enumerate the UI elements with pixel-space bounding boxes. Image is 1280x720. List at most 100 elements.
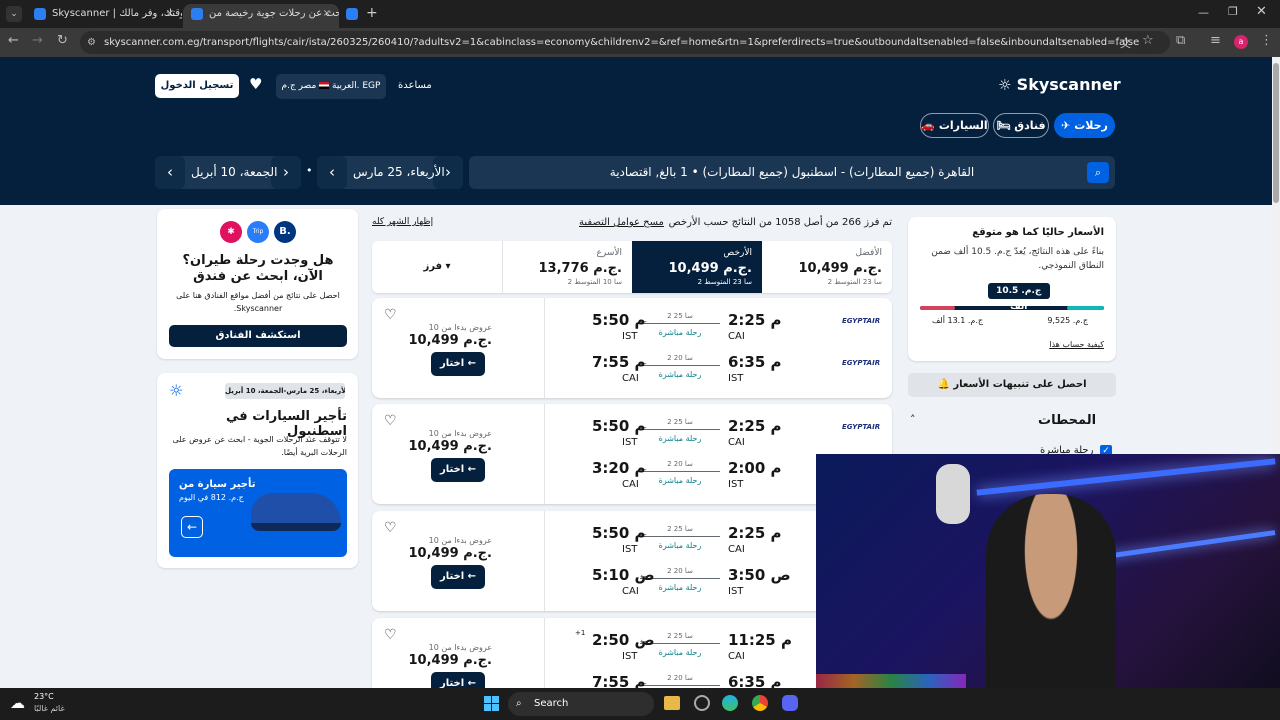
- favorites-heart-icon[interactable]: ♥: [249, 75, 262, 93]
- arrow-left-icon[interactable]: ←: [181, 516, 203, 538]
- leg-stops: رحلة مباشرة: [658, 370, 702, 379]
- show-month-link[interactable]: إظهار الشهر كله: [372, 217, 433, 227]
- sort-best[interactable]: الأفضل 10,499 ج.م. 2 سا 23 المتوسط: [762, 241, 892, 293]
- chrome-icon[interactable]: [752, 695, 768, 711]
- flight-card[interactable]: ♡ 10 عروض بدءا من 10,499 ج.م. اختار ← EG…: [372, 298, 892, 398]
- leg-origin: CAI: [728, 437, 745, 448]
- search-summary-box[interactable]: القاهرة (جميع المطارات) - اسطنبول (جميع …: [469, 156, 1115, 189]
- bookmark-star-icon[interactable]: ☆: [1142, 33, 1154, 48]
- leg-destination: IST: [622, 331, 638, 342]
- select-flight-button[interactable]: اختار ←: [431, 458, 485, 482]
- leg-departure-time: 2:25 م: [728, 524, 782, 542]
- profile-avatar[interactable]: a: [1234, 35, 1248, 49]
- leg-duration: 2 سا 25: [667, 632, 693, 640]
- weather-cloud-icon: ☁: [10, 694, 25, 712]
- windows-start-icon[interactable]: [484, 696, 499, 711]
- file-explorer-icon[interactable]: [664, 696, 680, 710]
- car-banner-title: تأجير سيارة من: [179, 479, 256, 490]
- leg-destination: IST: [622, 651, 638, 662]
- leg-duration: 2 سا 20: [667, 460, 693, 468]
- search-icon[interactable]: ⌕: [1087, 162, 1109, 183]
- clear-filters-link[interactable]: مسح عوامل التصفية: [579, 217, 664, 228]
- close-tab-icon[interactable]: ×: [166, 4, 174, 24]
- leg-origin: CAI: [728, 331, 745, 342]
- scrollbar-thumb[interactable]: [1273, 63, 1279, 203]
- depart-date-picker[interactable]: › الأربعاء، 25 مارس ‹: [317, 156, 463, 189]
- save-flight-heart-icon[interactable]: ♡: [384, 308, 398, 322]
- weather-temp: 23°C: [34, 692, 54, 701]
- browser-tab-2-active[interactable]: ابحث عن رحلات جوية رخيصة من ×: [183, 4, 339, 28]
- prev-return-date-button[interactable]: ‹: [155, 156, 185, 189]
- select-flight-button[interactable]: اختار ←: [431, 352, 485, 376]
- site-info-icon[interactable]: ⚙: [87, 31, 96, 54]
- tab-media-icon[interactable]: ≡: [1210, 33, 1221, 48]
- save-flight-heart-icon[interactable]: ♡: [384, 521, 398, 535]
- trip-logo: Trip: [247, 221, 269, 243]
- close-window-icon[interactable]: ✕: [1256, 4, 1267, 19]
- select-flight-button[interactable]: اختار ←: [431, 565, 485, 589]
- prev-depart-date-button[interactable]: ‹: [317, 156, 347, 189]
- taskbar-search-box[interactable]: ⌕ Search: [508, 692, 654, 716]
- leg-departure-time: 11:25 م: [728, 631, 792, 649]
- leg-departure-time: 2:25 م: [728, 417, 782, 435]
- back-icon[interactable]: ←: [8, 33, 19, 48]
- flight-price: 10,499 ج.م.: [408, 333, 493, 348]
- leg-arrival-time: 5:50 م: [592, 524, 646, 542]
- forward-icon[interactable]: →: [32, 33, 43, 48]
- tab-hotels[interactable]: 🛏 فنادق: [993, 113, 1049, 138]
- save-flight-heart-icon[interactable]: ♡: [384, 414, 398, 428]
- flight-price: 10,499 ج.م.: [408, 546, 493, 561]
- price-alerts-button[interactable]: 🔔 احصل على تنبيهات الأسعار: [908, 373, 1116, 397]
- how-calculated-link[interactable]: كيفية حساب هذا: [1049, 340, 1104, 349]
- browser-tab-1[interactable]: Skyscanner | وفر وقتك، وفر مالك! ×: [26, 4, 182, 28]
- stops-filter-title[interactable]: المحطات: [1038, 413, 1096, 428]
- discord-icon[interactable]: [782, 695, 798, 711]
- hotels-promo-card: B. Trip ✱ هل وجدت رحلة طيران؟ الآن، ابحث…: [157, 209, 358, 359]
- windows-taskbar: ☁ 23°C غائم غالبًا ⌕ Search: [0, 688, 1280, 720]
- site-header: ☼ Skyscanner مساعدة العربية مصر ج.م. EGP…: [0, 57, 1272, 205]
- sort-fastest[interactable]: الأسرع 13,776 ج.م. 2 سا 10 المتوسط: [502, 241, 632, 293]
- leg-stops: رحلة مباشرة: [658, 648, 702, 657]
- skyscanner-logo[interactable]: ☼ Skyscanner: [998, 75, 1121, 94]
- car-rental-banner[interactable]: تأجير سيارة من ج.م. 812 في اليوم ←: [169, 469, 347, 557]
- return-date-picker[interactable]: › الجمعة، 10 أبريل ‹: [155, 156, 301, 189]
- explore-hotels-button[interactable]: استكشف الفنادق: [169, 325, 347, 347]
- leg-duration: 2 سا 25: [667, 418, 693, 426]
- save-flight-heart-icon[interactable]: ♡: [384, 628, 398, 642]
- flight-card[interactable]: ♡ 10 عروض بدءا من 10,499 ج.م. اختار ← EG…: [372, 404, 892, 504]
- new-tab-button[interactable]: +: [366, 5, 378, 21]
- date-separator: •: [306, 164, 313, 177]
- reload-icon[interactable]: ↻: [57, 33, 68, 48]
- sort-cheapest-selected[interactable]: الأرخص 10,499 ج.م. 2 سا 23 المتوسط: [632, 241, 762, 293]
- login-button[interactable]: تسجيل الدخول: [155, 74, 239, 98]
- leg-arrival-time: 5:50 م: [592, 311, 646, 329]
- flight-price: 10,499 ج.م.: [408, 439, 493, 454]
- leg-destination: IST: [622, 544, 638, 555]
- sort-dropdown[interactable]: فرز ▾: [372, 241, 502, 293]
- maximize-icon[interactable]: ❐: [1228, 5, 1238, 18]
- translate-icon[interactable]: 文: [1120, 35, 1131, 51]
- leg-departure-time: 2:25 م: [728, 311, 782, 329]
- tab-flights[interactable]: ✈ رحلات: [1054, 113, 1115, 138]
- edge-icon[interactable]: [722, 695, 738, 711]
- copilot-icon[interactable]: [694, 695, 710, 711]
- cars-dates-badge: الأربعاء، 25 مارس-الجمعة، 10 أبريل: [225, 383, 345, 399]
- extensions-icon[interactable]: ⧉: [1176, 33, 1185, 48]
- collapse-chevron-icon[interactable]: ˄: [910, 413, 916, 426]
- skyscanner-favicon: [191, 8, 203, 20]
- help-link[interactable]: مساعدة: [398, 80, 432, 91]
- address-bar[interactable]: ⚙ skyscanner.com.eg/transport/flights/ca…: [80, 31, 1170, 54]
- browser-menu-icon[interactable]: ⋮: [1260, 33, 1273, 48]
- minimize-icon[interactable]: —: [1198, 6, 1209, 19]
- leg-duration: 2 سا 25: [667, 312, 693, 320]
- browser-tab-3[interactable]: [340, 4, 364, 28]
- leg-arrival-time: 7:55 م: [592, 353, 646, 371]
- tab-cars[interactable]: 🚗 السيارات: [920, 113, 989, 138]
- leg-route-line: [640, 685, 720, 686]
- logo-sun-icon: ☼: [998, 76, 1017, 94]
- locale-selector[interactable]: العربية مصر ج.م. EGP: [276, 74, 386, 99]
- close-tab-icon[interactable]: ×: [323, 4, 331, 24]
- leg-departure-time: 6:35 م: [728, 353, 782, 371]
- flight-card[interactable]: ♡ 10 عروض بدءا من 10,499 ج.م. اختار ← EG…: [372, 511, 892, 611]
- tab-search-icon[interactable]: ⌄: [6, 6, 22, 22]
